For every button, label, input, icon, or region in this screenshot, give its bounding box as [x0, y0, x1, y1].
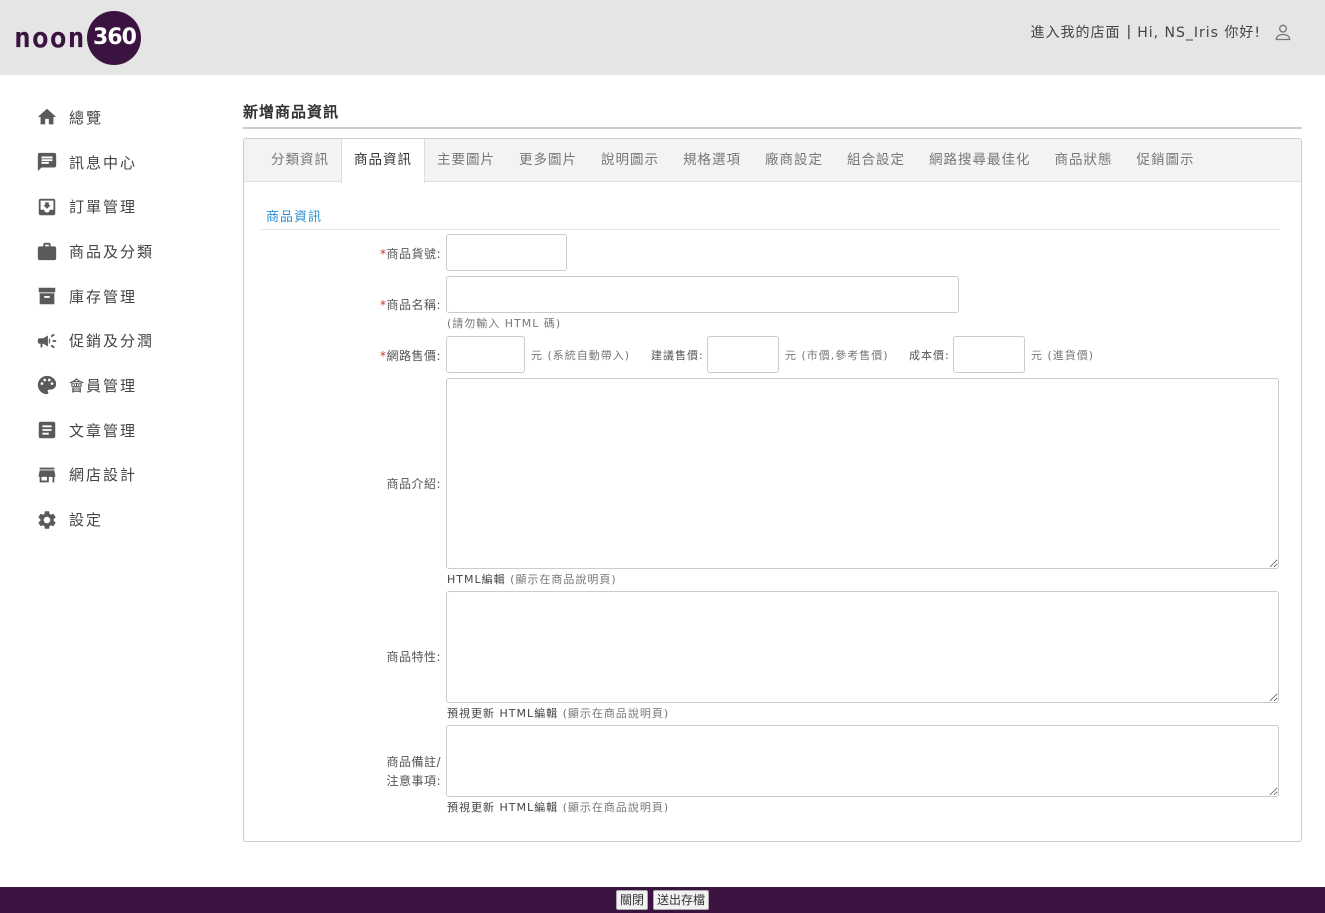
sidebar-item-label: 總覽 [69, 108, 104, 127]
logo[interactable]: noon 360 [14, 10, 142, 65]
note-label-line1: 商品備註/ [386, 755, 441, 769]
price-label: *網路售價: [261, 347, 441, 364]
tab-promo-icons[interactable]: 促銷圖示 [1125, 139, 1207, 182]
tab-vendor-settings[interactable]: 廠商設定 [753, 139, 835, 182]
name-hint: (請勿輸入 HTML 碼) [447, 317, 562, 330]
online-price-input[interactable] [446, 336, 525, 373]
page-title: 新增商品資訊 [243, 95, 1302, 129]
top-bar: noon 360 進入我的店面 | Hi, NS_Iris 你好! [0, 0, 1325, 75]
note-label: 商品備註/注意事項: [261, 753, 441, 791]
tab-product-info[interactable]: 商品資訊 [341, 139, 425, 183]
footer-bar: 關閉 送出存檔 [0, 887, 1325, 913]
sidebar-item-promotions[interactable]: 促銷及分潤 [0, 318, 220, 363]
feature-hint-text: (顯示在商品說明頁) [558, 707, 670, 720]
sidebar-item-label: 網店設計 [69, 466, 138, 485]
sidebar-item-label: 促銷及分潤 [69, 332, 155, 351]
sku-label-text: 商品貨號: [386, 247, 441, 261]
sidebar-item-messages[interactable]: 訊息中心 [0, 140, 220, 185]
cost-price-label: 成本價: [909, 349, 950, 362]
tab-description-icons[interactable]: 說明圖示 [589, 139, 671, 182]
greeting: Hi, NS_Iris 你好! [1137, 25, 1261, 41]
tab-bundle-settings[interactable]: 組合設定 [835, 139, 917, 182]
product-name-input[interactable] [446, 276, 959, 313]
feature-hint: 預視更新 HTML編輯 (顯示在商品說明頁) [447, 705, 669, 721]
logo-badge: 360 [87, 10, 142, 65]
user-area: 進入我的店面 | Hi, NS_Iris 你好! [1030, 22, 1293, 42]
name-label-text: 商品名稱: [386, 298, 441, 312]
sidebar-item-label: 訂單管理 [69, 198, 138, 217]
tab-main-images[interactable]: 主要圖片 [425, 139, 507, 182]
sidebar-item-inventory[interactable]: 庫存管理 [0, 274, 220, 319]
intro-hint-text: (顯示在商品說明頁) [505, 573, 617, 586]
sidebar-item-store-design[interactable]: 網店設計 [0, 453, 220, 498]
html-edit-link[interactable]: HTML編輯 [447, 573, 506, 586]
logo-text: noon [14, 21, 86, 54]
sidebar-item-members[interactable]: 會員管理 [0, 363, 220, 408]
note-label-line2: 注意事項: [386, 774, 441, 788]
form-panel: 分類資訊 商品資訊 主要圖片 更多圖片 說明圖示 規格選項 廠商設定 組合設定 … [243, 138, 1302, 842]
sidebar-item-label: 設定 [69, 511, 104, 530]
sku-label: *商品貨號: [261, 245, 441, 262]
archive-icon [38, 287, 56, 305]
price-hint: 元 (系統自動帶入) [531, 349, 631, 362]
sku-input[interactable] [446, 234, 567, 271]
store-link[interactable]: 進入我的店面 [1030, 22, 1120, 42]
tab-category[interactable]: 分類資訊 [259, 139, 341, 182]
note-hint-text: (顯示在商品說明頁) [558, 801, 670, 814]
product-features-textarea[interactable] [446, 591, 1279, 703]
user-icon[interactable] [1273, 22, 1293, 42]
store-icon [38, 467, 56, 483]
article-icon [38, 421, 56, 439]
sidebar-item-overview[interactable]: 總覽 [0, 95, 220, 140]
tab-spec-options[interactable]: 規格選項 [671, 139, 753, 182]
palette-icon [37, 376, 57, 395]
sidebar-item-label: 庫存管理 [69, 287, 138, 306]
sidebar-item-label: 文章管理 [69, 421, 138, 440]
feature-label: 商品特性: [386, 650, 441, 664]
inbox-icon [38, 198, 56, 215]
name-label: *商品名稱: [261, 296, 441, 313]
tab-more-images[interactable]: 更多圖片 [507, 139, 589, 182]
home-icon [37, 109, 57, 125]
save-button[interactable]: 送出存檔 [653, 890, 710, 910]
section-title: 商品資訊 [266, 210, 323, 225]
sidebar-item-products[interactable]: 商品及分類 [0, 229, 220, 274]
sidebar: 總覽 訊息中心 訂單管理 商品及分類 庫存管理 促銷及分潤 會員管理 文章管理 … [0, 95, 220, 542]
cost-hint: 元 (進貨價) [1031, 349, 1095, 362]
message-icon [37, 152, 57, 172]
note-hint: 預視更新 HTML編輯 (顯示在商品說明頁) [447, 799, 669, 815]
separator: | [1126, 24, 1132, 40]
tab-seo[interactable]: 網路搜尋最佳化 [917, 139, 1043, 182]
sidebar-item-label: 商品及分類 [69, 242, 155, 261]
main-content: 新增商品資訊 分類資訊 商品資訊 主要圖片 更多圖片 說明圖示 規格選項 廠商設… [243, 95, 1302, 842]
sidebar-item-label: 會員管理 [69, 376, 138, 395]
sidebar-item-orders[interactable]: 訂單管理 [0, 184, 220, 229]
intro-hint: HTML編輯 (顯示在商品說明頁) [447, 571, 617, 587]
sidebar-item-settings[interactable]: 設定 [0, 497, 220, 542]
product-intro-textarea[interactable] [446, 378, 1279, 569]
suggest-price-label: 建議售價: [651, 349, 704, 362]
megaphone-icon [37, 333, 57, 349]
tab-product-status[interactable]: 商品狀態 [1043, 139, 1125, 182]
gear-icon [38, 510, 56, 529]
price-label-text: 網路售價: [386, 349, 441, 363]
suggest-hint: 元 (市價,參考售價) [785, 349, 889, 362]
cost-price-input[interactable] [953, 336, 1025, 373]
product-notes-textarea[interactable] [446, 725, 1279, 797]
tab-bar: 分類資訊 商品資訊 主要圖片 更多圖片 說明圖示 規格選項 廠商設定 組合設定 … [244, 139, 1301, 183]
close-button[interactable]: 關閉 [615, 890, 648, 910]
preview-html-edit-link[interactable]: 預視更新 HTML編輯 [447, 801, 558, 814]
sidebar-item-label: 訊息中心 [69, 153, 138, 172]
intro-label: 商品介紹: [386, 477, 441, 491]
section-divider [261, 229, 1280, 230]
briefcase-icon [37, 243, 57, 261]
sidebar-item-articles[interactable]: 文章管理 [0, 408, 220, 453]
suggested-price-input[interactable] [707, 336, 779, 373]
preview-html-edit-link[interactable]: 預視更新 HTML編輯 [447, 707, 558, 720]
